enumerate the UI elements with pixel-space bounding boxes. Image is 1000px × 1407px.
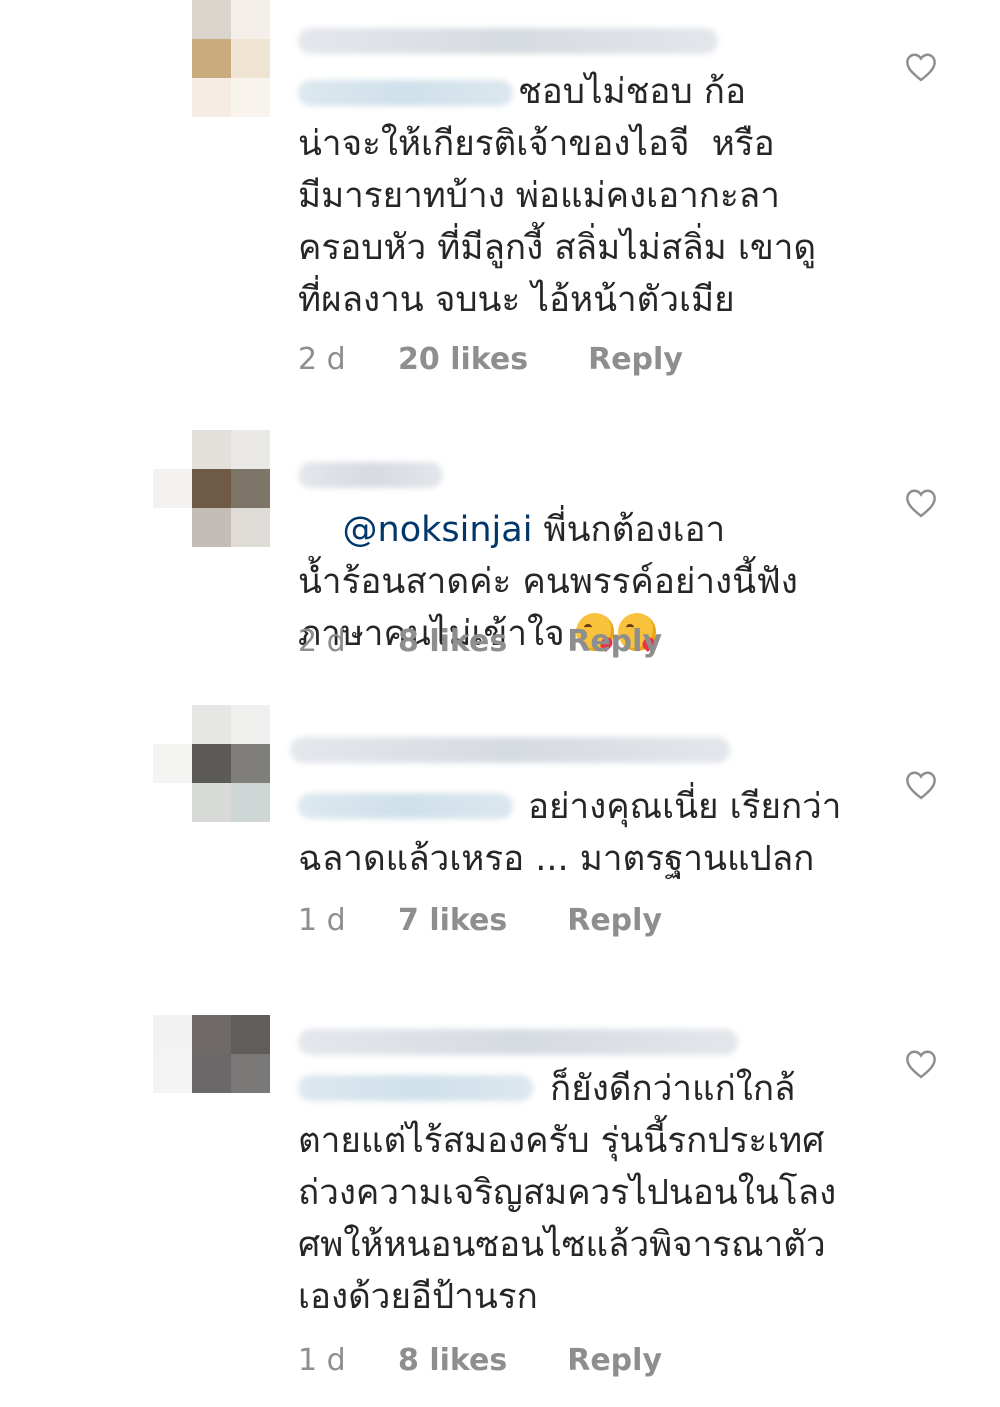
- comment-age: 2 d: [298, 624, 346, 659]
- heart-outline-icon[interactable]: [904, 1049, 938, 1079]
- reply-button[interactable]: Reply: [588, 342, 683, 377]
- comment-meta: 2 d 20 likes Reply: [298, 342, 683, 377]
- username-redacted: [298, 1029, 738, 1055]
- likes-count[interactable]: 8 likes: [398, 1343, 507, 1378]
- comment-meta: 1 d 8 likes Reply: [298, 1343, 662, 1378]
- mention-link[interactable]: @noksinjai: [343, 510, 533, 550]
- likes-count[interactable]: 7 likes: [398, 903, 507, 938]
- comment-age: 1 d: [298, 1343, 346, 1378]
- comment-meta: 1 d 7 likes Reply: [298, 903, 662, 938]
- heart-outline-icon[interactable]: [904, 488, 938, 518]
- comment-text: ชอบไม่ชอบ ก้อ น่าจะให้เกียรติเจ้าของไอจี…: [298, 72, 817, 320]
- reply-button[interactable]: Reply: [567, 624, 662, 659]
- likes-count[interactable]: 8 likes: [398, 624, 507, 659]
- avatar[interactable]: [153, 430, 270, 547]
- avatar[interactable]: [153, 1015, 270, 1131]
- avatar[interactable]: [153, 0, 270, 117]
- comment-meta: 2 d 8 likes Reply: [298, 624, 662, 659]
- comment-text: อย่างคุณเนี่ย เรียกว่า ฉลาดแล้วเหรอ ... …: [298, 787, 842, 879]
- avatar[interactable]: [153, 705, 270, 822]
- reply-button[interactable]: Reply: [567, 903, 662, 938]
- username-redacted: [298, 28, 718, 54]
- comment-text: @noksinjai พี่นกต้องเอา น้ำร้อนสาดค่ะ คน…: [298, 510, 798, 654]
- heart-outline-icon[interactable]: [904, 52, 938, 82]
- heart-outline-icon[interactable]: [904, 770, 938, 800]
- comment-age: 2 d: [298, 342, 346, 377]
- comment-text: ก็ยังดีกว่าแก่ใกล้ ตายแต่ไร้สมองครับ รุ่…: [298, 1069, 837, 1317]
- reply-button[interactable]: Reply: [567, 1343, 662, 1378]
- likes-count[interactable]: 20 likes: [398, 342, 528, 377]
- username-redacted: [290, 737, 730, 763]
- comment-age: 1 d: [298, 903, 346, 938]
